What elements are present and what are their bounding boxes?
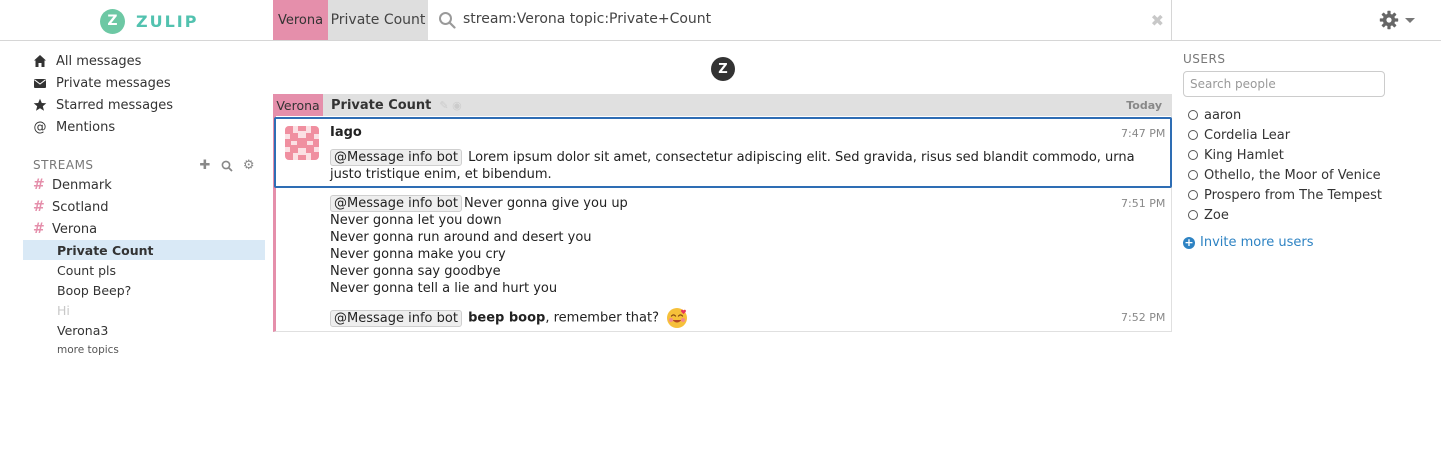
user-item[interactable]: Cordelia Lear <box>1183 125 1433 145</box>
message-text: Never gonna say goodbye <box>330 264 501 279</box>
search-people-input[interactable]: Search people <box>1183 71 1385 97</box>
topic-item-private-count[interactable]: Private Count <box>23 240 265 260</box>
settings-menu-button[interactable] <box>1379 10 1415 30</box>
user-name: Zoe <box>1204 207 1229 223</box>
message-text: , remember that? <box>545 310 660 326</box>
message-text: Lorem ipsum dolor sit amet, consectetur … <box>468 150 1135 165</box>
message-content: @Message info bot Lorem ipsum dolor sit … <box>330 149 1135 183</box>
more-topics-link[interactable]: more topics <box>23 340 265 360</box>
message-text: Never gonna let you down <box>330 213 502 228</box>
filter-all-messages[interactable]: All messages <box>23 50 265 72</box>
presence-icon <box>1188 170 1198 180</box>
hash-icon: # <box>33 177 45 193</box>
invite-label: Invite more users <box>1200 235 1314 250</box>
user-item[interactable]: Othello, the Moor of Venice <box>1183 165 1433 185</box>
message-bold-text: beep boop <box>468 310 546 326</box>
plus-circle-icon: + <box>1183 236 1195 249</box>
invite-more-users-link[interactable]: + Invite more users <box>1183 235 1433 250</box>
envelope-icon <box>34 79 46 88</box>
presence-icon <box>1188 210 1198 220</box>
plus-icon[interactable]: ✚ <box>199 158 210 173</box>
user-item[interactable]: Prospero from The Tempest <box>1183 185 1433 205</box>
right-sidebar: USERS Search people aaron Cordelia Lear … <box>1183 52 1433 250</box>
user-name: Prospero from The Tempest <box>1204 187 1383 203</box>
zulip-logo-icon: Z <box>711 57 735 81</box>
message-sender[interactable]: Iago <box>330 125 362 140</box>
brand-link[interactable]: Z ZULIP <box>100 8 198 34</box>
message-content: @Message info bot beep boop, remember th… <box>330 307 688 329</box>
topic-item-hi[interactable]: Hi <box>23 300 265 320</box>
message-time[interactable]: 7:51 PM <box>1121 197 1165 210</box>
filter-label: Starred messages <box>56 97 174 113</box>
stream-item-verona[interactable]: # Verona <box>23 218 265 240</box>
user-item[interactable]: aaron <box>1183 105 1433 125</box>
presence-icon <box>1188 110 1198 120</box>
streams-header: STREAMS ✚ ⚙ <box>23 156 265 174</box>
navbar-topic[interactable]: Private Count <box>328 0 428 40</box>
star-icon <box>33 98 47 111</box>
avatar[interactable] <box>285 126 319 160</box>
message-content: @Message info bot Never gonna give you up… <box>330 195 628 297</box>
stream-item-denmark[interactable]: # Denmark <box>23 174 265 196</box>
brand-name: ZULIP <box>136 11 199 31</box>
message-time[interactable]: 7:47 PM <box>1121 127 1165 140</box>
navbar-stream[interactable]: Verona <box>273 0 328 40</box>
filter-label: All messages <box>56 53 142 69</box>
gear-icon <box>1379 10 1399 30</box>
message-text: Never gonna make you cry <box>330 247 506 262</box>
topic-item-verona3[interactable]: Verona3 <box>23 320 265 340</box>
message-text: Never gonna tell a lie and hurt you <box>330 281 558 296</box>
streams-header-label: STREAMS <box>33 158 94 172</box>
message-text: Never gonna give you up <box>463 196 628 211</box>
search-icon[interactable] <box>221 160 233 172</box>
close-icon[interactable]: ✖ <box>1151 11 1164 30</box>
filter-private-messages[interactable]: Private messages <box>23 72 265 94</box>
left-sidebar: All messages Private messages Starred me… <box>23 50 265 360</box>
user-name: aaron <box>1204 107 1242 123</box>
topic-item-boop-beep[interactable]: Boop Beep? <box>23 280 265 300</box>
stream-name: Denmark <box>52 177 112 193</box>
filter-label: Private messages <box>56 75 171 91</box>
recipient-date: Today <box>1126 98 1162 112</box>
users-header: USERS <box>1183 52 1226 66</box>
search-icon <box>439 12 456 29</box>
user-mention[interactable]: @Message info bot <box>330 149 462 166</box>
chevron-down-icon <box>1405 17 1415 23</box>
user-item[interactable]: King Hamlet <box>1183 145 1433 165</box>
zulip-logo-icon: Z <box>100 8 125 34</box>
stream-name: Scotland <box>52 199 109 215</box>
home-icon <box>34 55 46 67</box>
recipient-topic-label: Private Count <box>331 97 432 113</box>
message-time[interactable]: 7:52 PM <box>1121 311 1165 324</box>
recipient-topic[interactable]: Private Count ✎ ◉ <box>331 94 462 116</box>
user-name: Cordelia Lear <box>1204 127 1291 143</box>
message-text: justo tristique enim, et bibendum. <box>330 167 552 182</box>
smiling-face-with-hearts-icon <box>667 308 688 328</box>
top-navbar: Z ZULIP Verona Private Count stream:Vero… <box>0 0 1441 41</box>
presence-icon <box>1188 130 1198 140</box>
presence-icon <box>1188 190 1198 200</box>
search-input[interactable]: stream:Verona topic:Private+Count <box>463 11 711 27</box>
at-icon: @ <box>33 119 47 135</box>
user-mention[interactable]: @Message info bot <box>330 195 462 212</box>
topic-item-count-pls[interactable]: Count pls <box>23 260 265 280</box>
stream-item-scotland[interactable]: # Scotland <box>23 196 265 218</box>
filter-starred-messages[interactable]: Starred messages <box>23 94 265 116</box>
filter-mentions[interactable]: @ Mentions <box>23 116 265 138</box>
pencil-icon[interactable]: ✎ ◉ <box>439 99 461 112</box>
user-item[interactable]: Zoe <box>1183 205 1433 225</box>
message-text: Never gonna run around and desert you <box>330 230 592 245</box>
user-name: Othello, the Moor of Venice <box>1204 167 1381 183</box>
recipient-stream[interactable]: Verona <box>273 94 323 116</box>
gear-icon[interactable]: ⚙ <box>243 158 255 173</box>
hash-icon: # <box>33 199 45 215</box>
presence-icon <box>1188 150 1198 160</box>
hash-icon: # <box>33 221 45 237</box>
search-bar[interactable]: stream:Verona topic:Private+Count ✖ <box>428 0 1172 40</box>
recipient-bar: Verona Private Count ✎ ◉ Today <box>273 94 1172 116</box>
user-name: King Hamlet <box>1204 147 1284 163</box>
stream-name: Verona <box>52 221 98 237</box>
filter-label: Mentions <box>56 119 116 135</box>
user-mention[interactable]: @Message info bot <box>330 309 462 327</box>
